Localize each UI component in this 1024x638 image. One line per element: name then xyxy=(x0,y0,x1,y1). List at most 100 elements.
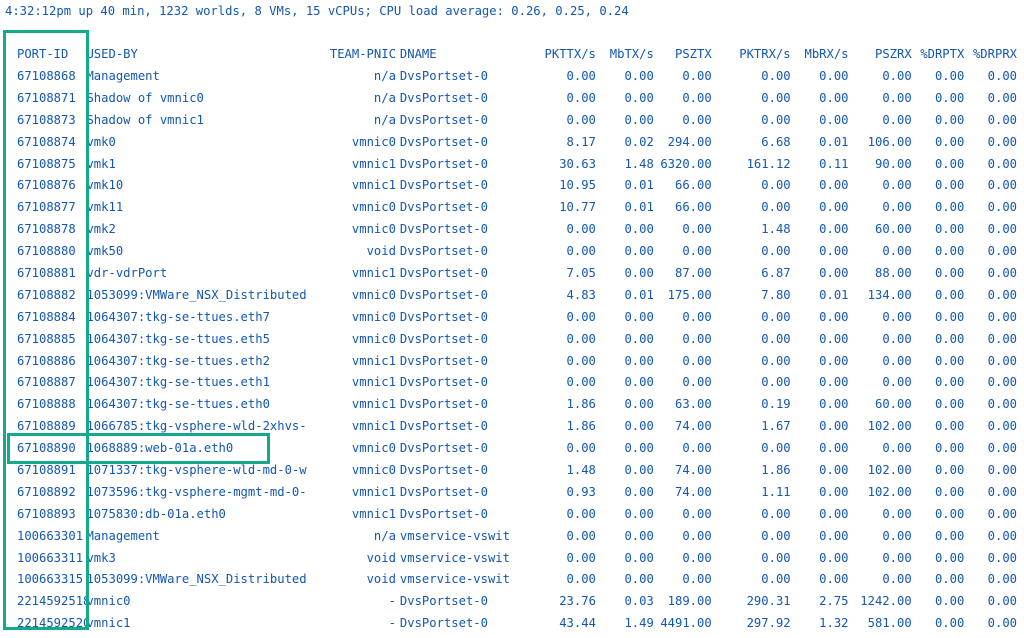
used-by-cell: 1064307:tkg-se-ttues.eth5 xyxy=(86,331,270,346)
pkttx-cell: 0.00 xyxy=(566,244,596,259)
team-pnic-cell: void xyxy=(366,244,396,259)
pszrx-cell: 0.00 xyxy=(882,375,912,390)
drprx-cell: 0.00 xyxy=(987,397,1017,412)
team-pnic-cell: vmnic0 xyxy=(351,200,396,215)
dname-cell: vmservice-vswit xyxy=(399,572,510,587)
port-id-cell: 2214592520 xyxy=(17,616,87,631)
drptx-cell: 0.00 xyxy=(934,200,965,215)
table-row: 67108890 1068889:web-01a.eth0 vmnic0 DvsPor… xyxy=(17,437,1017,459)
used-by-cell: 1064307:tkg-se-ttues.eth2 xyxy=(86,353,270,368)
used-by-cell: vmk0 xyxy=(86,134,116,149)
dname-cell: DvsPortset-0 xyxy=(399,287,488,302)
pktrx-cell: 1.48 xyxy=(761,222,791,237)
used-by-cell: 1064307:tkg-se-ttues.eth1 xyxy=(86,375,270,390)
used-by-cell: 1068889:web-01a.eth0 xyxy=(86,441,234,456)
pktrx-cell: 0.00 xyxy=(761,572,791,587)
mbtx-cell: 0.00 xyxy=(624,572,654,587)
drptx-cell: 0.00 xyxy=(934,331,965,346)
dname-cell: DvsPortset-0 xyxy=(399,178,488,193)
pktrx-cell: 0.00 xyxy=(761,244,791,259)
pktrx-cell: 0.00 xyxy=(761,550,791,565)
drptx-cell: 0.00 xyxy=(934,287,965,302)
mbrx-cell: 0.00 xyxy=(819,68,849,83)
port-id-cell: 67108878 xyxy=(17,222,76,237)
column-header: %DRPTX xyxy=(920,47,965,61)
team-pnic-cell: void xyxy=(366,572,396,587)
dname-cell: DvsPortset-0 xyxy=(399,134,488,149)
dname-cell: vmservice-vswit xyxy=(399,528,510,543)
pkttx-cell: 0.00 xyxy=(566,331,596,346)
psztx-cell: 294.00 xyxy=(667,134,712,149)
table-row: 67108880 vmk50 void DvsPortset-0 0.00 0.00 0.0… xyxy=(17,240,1017,262)
drptx-cell: 0.00 xyxy=(934,68,965,83)
pszrx-cell: 60.00 xyxy=(874,397,912,412)
mbrx-cell: 0.00 xyxy=(819,353,849,368)
pkttx-cell: 7.05 xyxy=(566,265,596,280)
drptx-cell: 0.00 xyxy=(934,353,965,368)
pktrx-cell: 0.00 xyxy=(761,441,791,456)
drprx-cell: 0.00 xyxy=(987,112,1017,127)
used-by-cell: 1053099:VMWare_NSX_Distributed xyxy=(86,287,307,302)
team-pnic-cell: vmnic1 xyxy=(351,178,396,193)
mbrx-cell: 0.00 xyxy=(819,441,849,456)
dname-cell: vmservice-vswit xyxy=(399,550,510,565)
table-row: 67108881 vdr-vdrPort vmnic1 DvsPortset-0 7.0… xyxy=(17,262,1017,284)
psztx-cell: 87.00 xyxy=(675,265,712,280)
drptx-cell: 0.00 xyxy=(934,462,965,477)
pkttx-cell: 0.00 xyxy=(566,68,596,83)
mbtx-cell: 0.00 xyxy=(624,419,654,434)
mbrx-cell: 1.32 xyxy=(819,616,849,631)
table-row: 100663315 1053099:VMWare_NSX_Distributed v… xyxy=(17,568,1017,590)
dname-cell: DvsPortset-0 xyxy=(399,375,488,390)
mbtx-cell: 0.00 xyxy=(624,353,654,368)
pkttx-cell: 8.17 xyxy=(566,134,596,149)
psztx-cell: 0.00 xyxy=(682,506,712,521)
port-id-cell: 67108874 xyxy=(17,134,76,149)
pszrx-cell: 134.00 xyxy=(867,287,912,302)
table-row: 67108878 vmk2 vmnic0 DvsPortset-0 0.00 0.00 0.… xyxy=(17,218,1017,240)
used-by-cell: Shadow of vmnic0 xyxy=(86,90,204,105)
psztx-cell: 6320.00 xyxy=(660,156,712,171)
mbtx-cell: 0.00 xyxy=(624,462,654,477)
port-id-cell: 67108876 xyxy=(17,178,76,193)
drprx-cell: 0.00 xyxy=(987,156,1017,171)
psztx-cell: 0.00 xyxy=(682,353,712,368)
dname-cell: DvsPortset-0 xyxy=(399,90,488,105)
table-row: 67108892 1073596:tkg-vsphere-mgmt-md-0- vm… xyxy=(17,481,1017,503)
mbrx-cell: 0.00 xyxy=(819,112,849,127)
pktrx-cell: 161.12 xyxy=(746,156,791,171)
mbtx-cell: 0.03 xyxy=(624,594,654,609)
port-id-cell: 67108887 xyxy=(17,375,76,390)
dname-cell: DvsPortset-0 xyxy=(399,484,488,499)
mbtx-cell: 0.00 xyxy=(624,506,654,521)
mbtx-cell: 0.00 xyxy=(624,528,654,543)
table-row: 67108891 1071337:tkg-vsphere-wld-md-0-w vm… xyxy=(17,459,1017,481)
psztx-cell: 74.00 xyxy=(675,484,712,499)
pktrx-cell: 0.00 xyxy=(761,309,791,324)
pktrx-cell: 0.00 xyxy=(761,506,791,521)
mbtx-cell: 0.00 xyxy=(624,397,654,412)
pkttx-cell: 1.86 xyxy=(566,419,596,434)
drprx-cell: 0.00 xyxy=(987,528,1017,543)
mbrx-cell: 2.75 xyxy=(819,594,849,609)
port-id-cell: 100663301 xyxy=(17,528,84,543)
pktrx-cell: 7.80 xyxy=(761,287,791,302)
team-pnic-cell: n/a xyxy=(373,112,396,127)
pktrx-cell: 0.00 xyxy=(761,68,791,83)
table-row: 2214592520 vmnic1 - DvsPortset-0 43.44 1.49 44… xyxy=(17,612,1017,634)
table-row: 67108874 vmk0 vmnic0 DvsPortset-0 8.17 0.02 29… xyxy=(17,131,1017,153)
port-id-cell: 100663315 xyxy=(17,572,84,587)
table-header-row: PORT-ID USED-BY TEAM-PNIC DNAME PKTTX/s … xyxy=(17,43,1017,65)
port-id-cell: 67108875 xyxy=(17,156,76,171)
pktrx-cell: 1.11 xyxy=(761,484,791,499)
mbrx-cell: 0.00 xyxy=(819,178,849,193)
dname-cell: DvsPortset-0 xyxy=(399,397,488,412)
team-pnic-cell: vmnic0 xyxy=(351,287,396,302)
drprx-cell: 0.00 xyxy=(987,331,1017,346)
pkttx-cell: 30.63 xyxy=(559,156,596,171)
pkttx-cell: 10.77 xyxy=(559,200,596,215)
drptx-cell: 0.00 xyxy=(934,594,965,609)
mbtx-cell: 1.49 xyxy=(624,616,654,631)
psztx-cell: 0.00 xyxy=(682,572,712,587)
column-header: PSZRX xyxy=(874,47,912,61)
